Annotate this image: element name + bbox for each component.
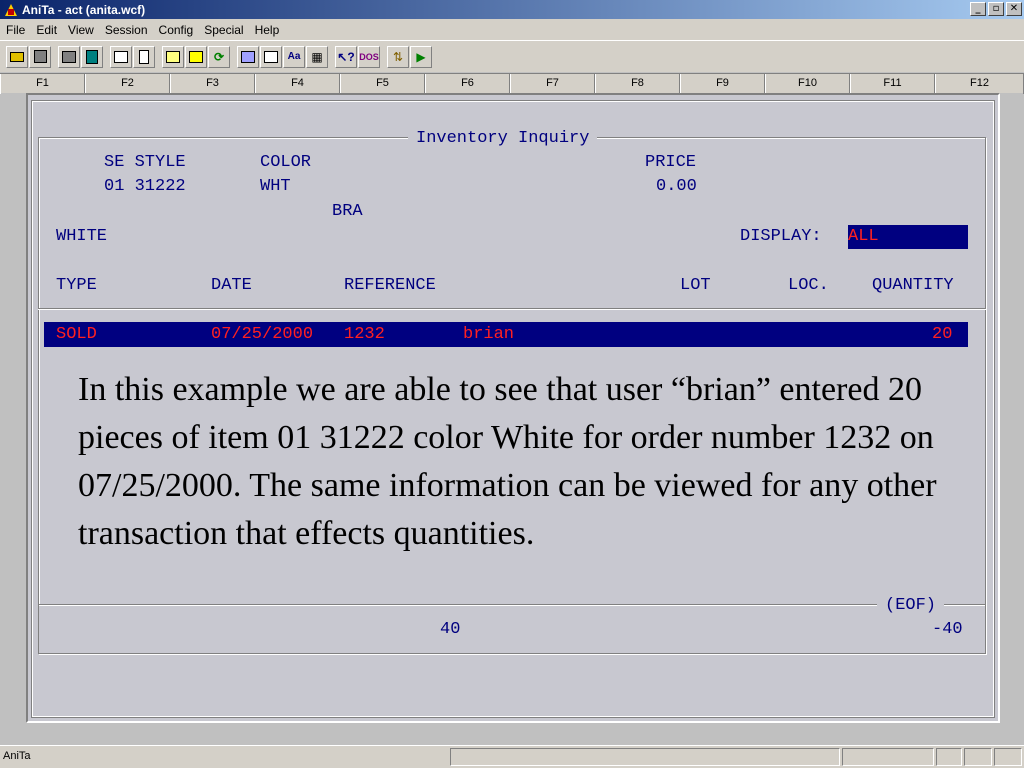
maximize-button[interactable]: ▫: [988, 2, 1004, 16]
print-icon[interactable]: [110, 45, 132, 68]
header-separator: [38, 308, 986, 310]
form-icon[interactable]: [260, 45, 282, 68]
help-cursor-icon[interactable]: ↖?: [335, 45, 357, 68]
toolbar: ⟳ Aa ▦ ↖? DOS ⇅ ▶: [0, 40, 1024, 72]
col-quantity: QUANTITY: [872, 276, 954, 295]
fkey-f9[interactable]: F9: [680, 74, 765, 94]
caption-text: In this example we are able to see that …: [78, 371, 937, 552]
total-right: -40: [932, 620, 963, 639]
monitor-icon[interactable]: [237, 45, 259, 68]
col-type: TYPE: [56, 276, 97, 295]
label-color: COLOR: [260, 153, 312, 172]
total-left: 40: [440, 620, 461, 639]
fkey-f2[interactable]: F2: [85, 74, 170, 94]
col-date: DATE: [211, 276, 252, 295]
fkey-f10[interactable]: F10: [765, 74, 850, 94]
function-key-bar: F1 F2 F3 F4 F5 F6 F7 F8 F9 F10 F11 F12: [0, 73, 1024, 94]
fkey-f4[interactable]: F4: [255, 74, 340, 94]
window-controls: _ ▫ ✕: [970, 2, 1022, 16]
font-icon[interactable]: Aa: [283, 45, 305, 68]
fkey-f12[interactable]: F12: [935, 74, 1024, 94]
menu-special[interactable]: Special: [198, 23, 248, 37]
menu-view[interactable]: View: [62, 23, 99, 37]
status-pane-5: [994, 748, 1022, 766]
label-display: DISPLAY:: [740, 227, 822, 246]
row-quantity: 20: [932, 325, 953, 344]
fkey-f8[interactable]: F8: [595, 74, 680, 94]
status-bar: AniTa: [0, 745, 1024, 768]
status-app-name: AniTa: [3, 750, 31, 762]
fkey-f3[interactable]: F3: [170, 74, 255, 94]
value-price: 0.00: [656, 177, 697, 196]
eof-marker: (EOF): [877, 596, 945, 616]
col-loc: LOC.: [788, 276, 829, 295]
row-type: SOLD: [56, 325, 97, 344]
menu-config[interactable]: Config: [153, 23, 199, 37]
status-pane-2: [842, 748, 934, 766]
open-folder-icon[interactable]: [6, 45, 28, 68]
menu-bar: File Edit View Session Config Special He…: [0, 19, 1024, 40]
paste-icon[interactable]: [81, 45, 103, 68]
value-se-style: 01 31222: [104, 177, 186, 196]
app-icon[interactable]: [4, 3, 18, 17]
window-title: AniTa - act (anita.wcf): [22, 2, 146, 17]
save-icon[interactable]: [29, 45, 51, 68]
col-lot: LOT: [680, 276, 711, 295]
row-date: 07/25/2000: [211, 325, 314, 344]
run-icon[interactable]: ▶: [410, 45, 432, 68]
keyboard-icon[interactable]: ▦: [306, 45, 328, 68]
screen-title: Inventory Inquiry: [408, 129, 598, 149]
minimize-button[interactable]: _: [970, 2, 986, 16]
status-pane-main: [450, 748, 840, 766]
dos-icon[interactable]: DOS: [358, 45, 380, 68]
copy-icon[interactable]: [58, 45, 80, 68]
refresh-icon[interactable]: ⟳: [208, 45, 230, 68]
value-display: ALL: [848, 227, 879, 246]
value-description: BRA: [332, 202, 363, 221]
title-bar[interactable]: AniTa - act (anita.wcf) _ ▫ ✕: [0, 0, 1024, 19]
status-pane-3: [936, 748, 962, 766]
status-pane-4: [964, 748, 992, 766]
fkey-f6[interactable]: F6: [425, 74, 510, 94]
menu-help[interactable]: Help: [249, 23, 285, 37]
fkey-f7[interactable]: F7: [510, 74, 595, 94]
col-reference: REFERENCE: [344, 276, 436, 295]
menu-session[interactable]: Session: [99, 23, 153, 37]
value-color-name: WHITE: [56, 227, 108, 246]
menu-file[interactable]: File: [0, 23, 30, 37]
row-reference: 1232: [344, 325, 385, 344]
value-color: WHT: [260, 177, 291, 196]
fkey-f11[interactable]: F11: [850, 74, 935, 94]
row-user: brian: [463, 325, 515, 344]
label-se-style: SE STYLE: [104, 153, 186, 172]
screen-icon[interactable]: [162, 45, 184, 68]
transfer-icon[interactable]: ⇅: [387, 45, 409, 68]
fkey-f5[interactable]: F5: [340, 74, 425, 94]
totals-panel: [38, 604, 986, 654]
fkey-f1[interactable]: F1: [0, 74, 85, 94]
frame-icon[interactable]: [185, 45, 207, 68]
label-price: PRICE: [645, 153, 697, 172]
menu-edit[interactable]: Edit: [30, 23, 62, 37]
close-button[interactable]: ✕: [1006, 2, 1022, 16]
print-preview-icon[interactable]: [133, 45, 155, 68]
